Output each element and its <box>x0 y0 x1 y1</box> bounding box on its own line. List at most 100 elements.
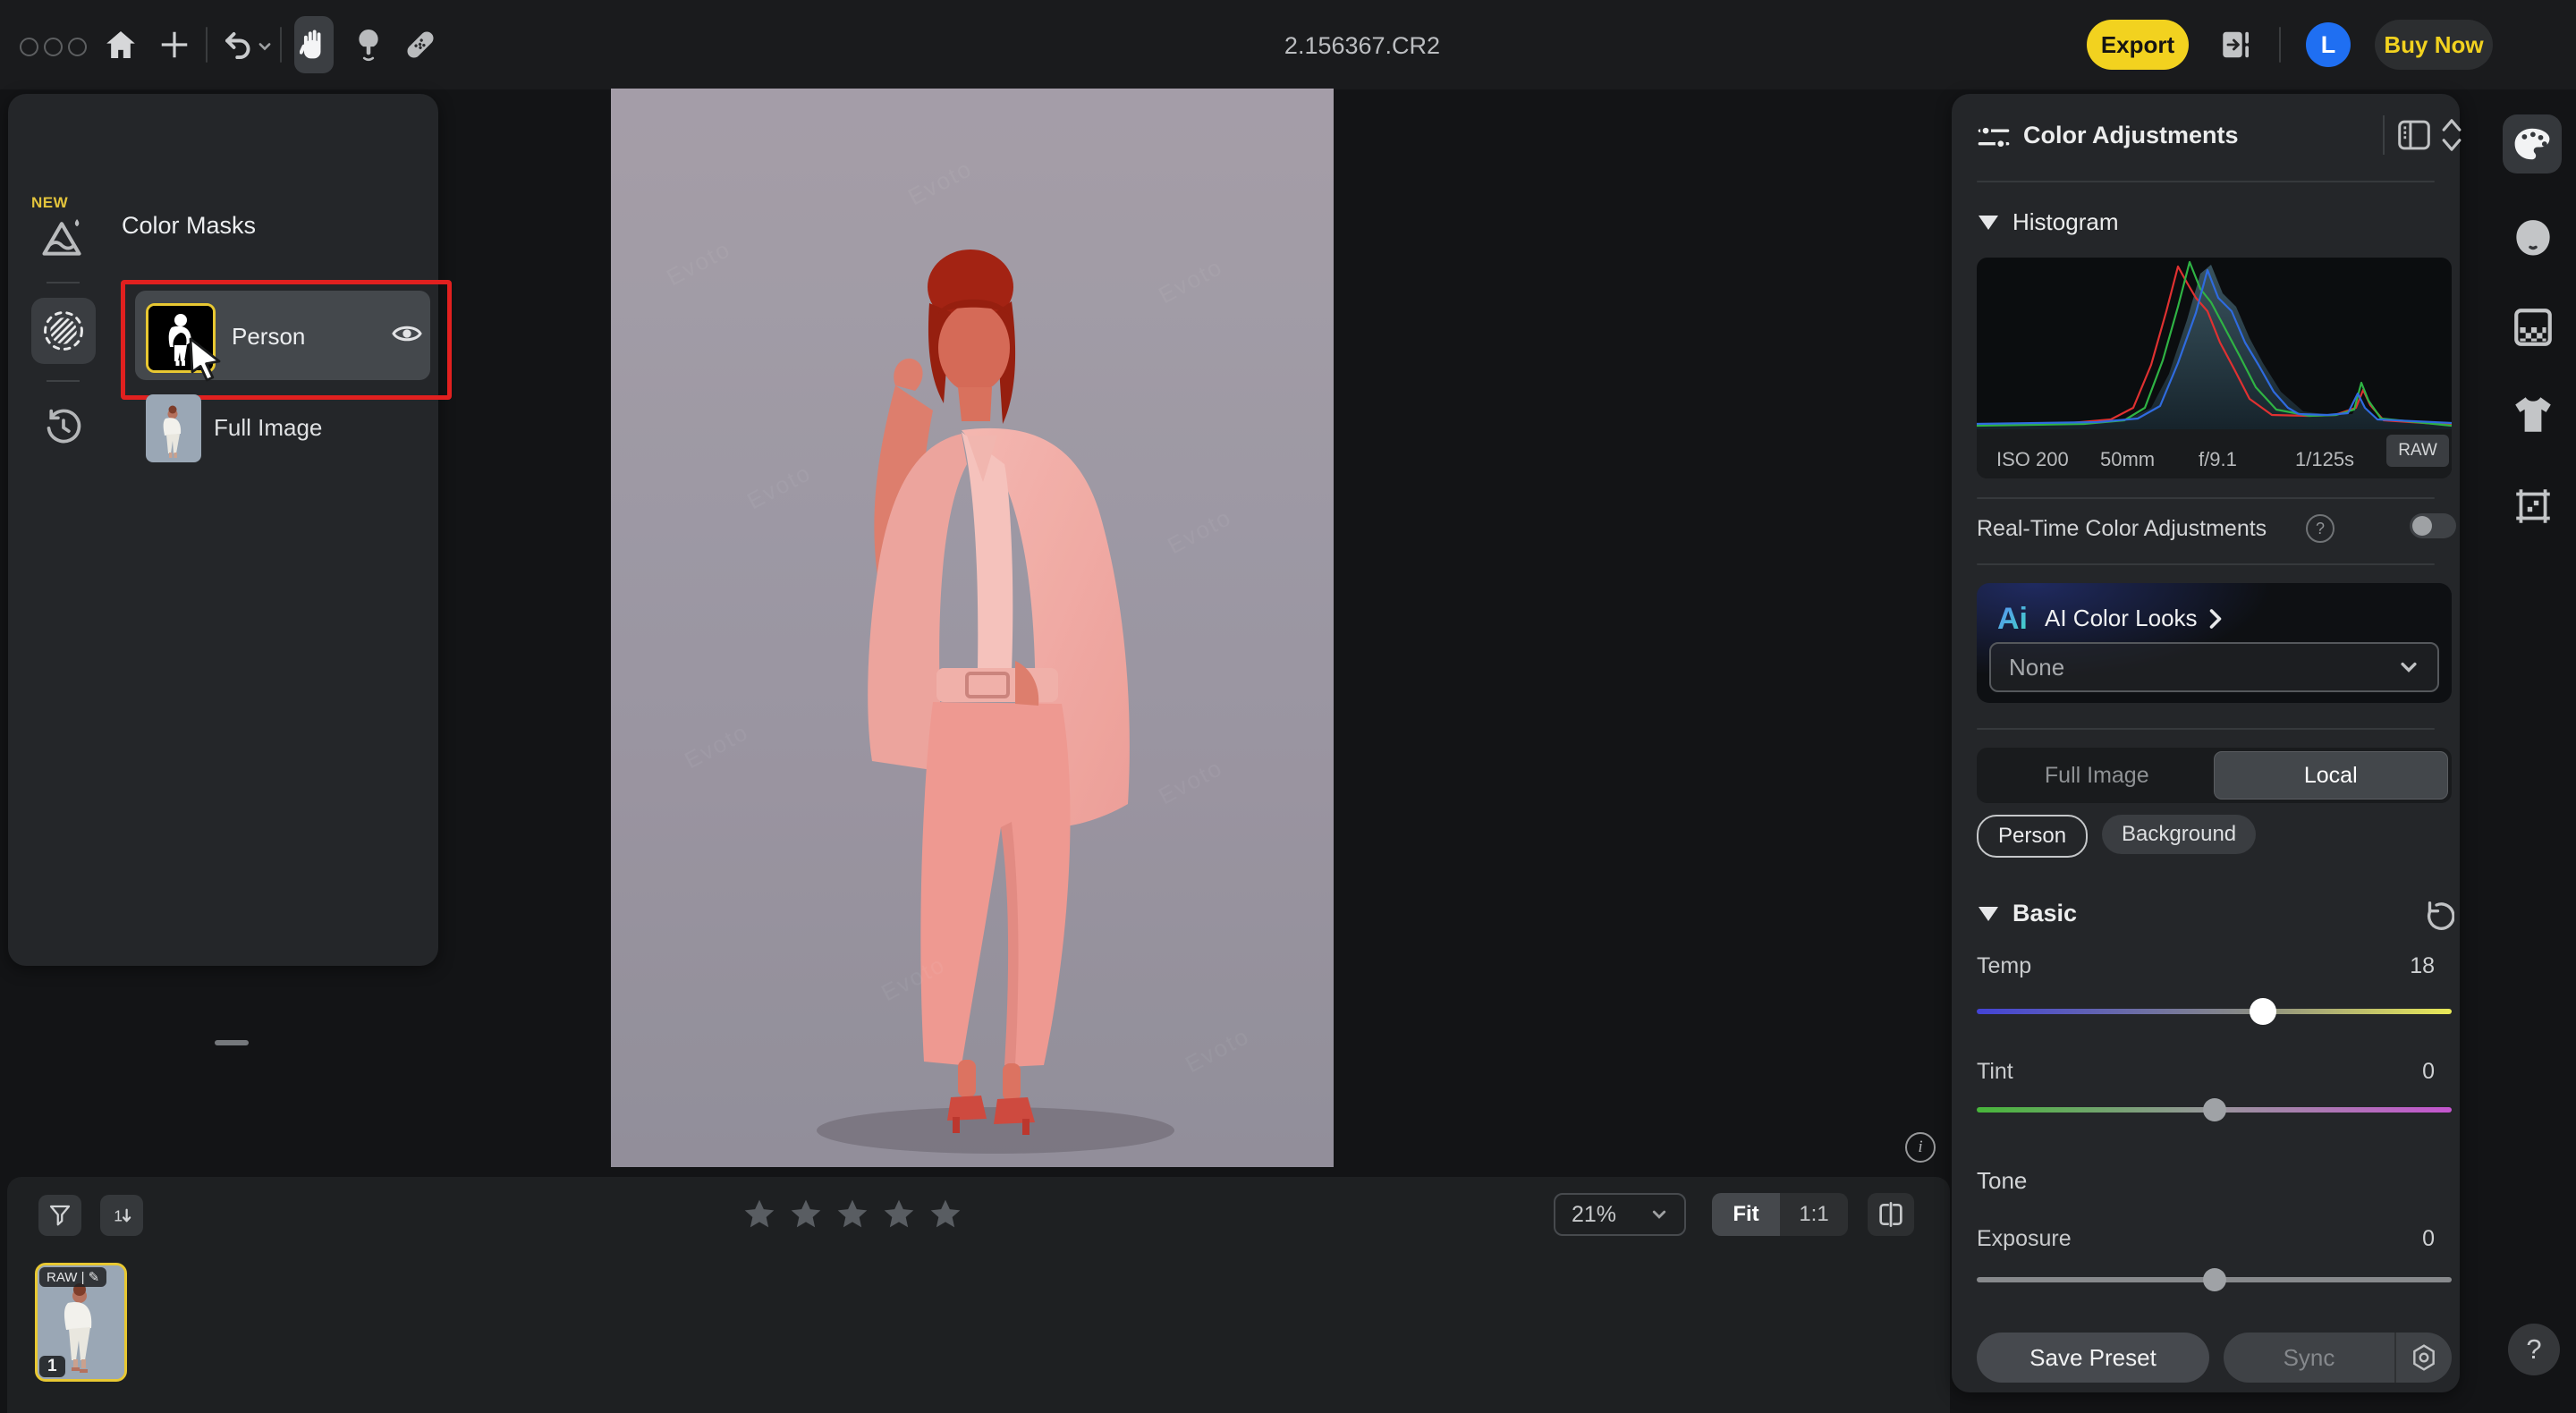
hand-icon <box>300 29 328 61</box>
raw-edited-badge: RAW | ✎ <box>39 1267 106 1287</box>
undo-history-chevron-icon[interactable] <box>254 36 275 57</box>
mask-item-person[interactable]: Person <box>135 291 430 380</box>
image-info-icon[interactable]: i <box>1905 1132 1936 1163</box>
add-photos-button[interactable] <box>155 25 194 64</box>
split-panel-icon <box>2397 118 2431 152</box>
exposure-slider[interactable] <box>1977 1277 2452 1282</box>
exif-aperture: f/9.1 <box>2199 448 2237 471</box>
tint-slider[interactable] <box>1977 1107 2452 1113</box>
realtime-toggle[interactable] <box>2410 513 2456 538</box>
panel-resize-handle[interactable] <box>215 1040 249 1045</box>
mask-chips-row: Person Background <box>1977 815 2256 858</box>
mask-visibility-toggle[interactable] <box>391 320 423 347</box>
zoom-level-select[interactable]: 21% <box>1554 1193 1686 1236</box>
basic-reset-button[interactable] <box>2419 897 2454 933</box>
cursor-pointer-icon <box>187 337 228 382</box>
help-button[interactable]: ? <box>2508 1324 2560 1375</box>
scope-full-image-tab[interactable]: Full Image <box>1980 751 2214 800</box>
adjust-tool-button[interactable] <box>349 23 388 66</box>
history-button[interactable] <box>44 407 83 446</box>
svg-text:Ai: Ai <box>1997 602 2028 635</box>
star-icon[interactable] <box>834 1197 871 1232</box>
ai-color-looks-row[interactable]: AI Color Looks <box>2045 605 2223 632</box>
sync-settings-button[interactable] <box>2396 1333 2452 1383</box>
collapse-expand-button[interactable] <box>2438 115 2465 155</box>
tint-label: Tint <box>1977 1059 2013 1085</box>
triangle-down-icon <box>1979 907 1998 921</box>
star-icon[interactable] <box>880 1197 918 1232</box>
mask-item-full-image[interactable]: Full Image <box>135 391 430 468</box>
export-button[interactable]: Export <box>2087 20 2189 70</box>
buy-now-button[interactable]: Buy Now <box>2375 20 2493 70</box>
panel-title: Color Adjustments <box>2023 122 2239 149</box>
filmstrip-thumbnail[interactable]: RAW | ✎ 1 <box>35 1263 127 1382</box>
export-queue-icon[interactable] <box>2216 25 2258 64</box>
one-to-one-button[interactable]: 1:1 <box>1780 1193 1848 1236</box>
histogram-collapse-toggle[interactable] <box>1979 216 1998 230</box>
zoom-level-value: 21% <box>1572 1202 1616 1228</box>
panel-title: Color Masks <box>122 212 256 240</box>
sort-button[interactable]: 1 <box>100 1195 143 1236</box>
home-button[interactable] <box>101 25 140 64</box>
chevron-down-icon <box>1650 1206 1668 1223</box>
photo-canvas[interactable]: Evoto Evoto Evoto Evoto Evoto Evoto Evot… <box>611 89 1334 1167</box>
chip-background[interactable]: Background <box>2102 815 2256 854</box>
ai-color-looks-card[interactable]: Ai AI Color Looks None <box>1977 583 2452 703</box>
full-image-thumbnail[interactable] <box>146 394 201 462</box>
tab-clothes[interactable] <box>2510 392 2556 438</box>
toggle-knob <box>2412 516 2432 536</box>
mask-tool-button[interactable] <box>31 298 96 364</box>
tab-texture[interactable] <box>2510 304 2556 351</box>
save-preset-button[interactable]: Save Preset <box>1977 1333 2209 1383</box>
panel-layout-button[interactable] <box>2397 118 2431 152</box>
ai-looks-dropdown[interactable]: None <box>1989 642 2439 692</box>
hand-tool-button[interactable] <box>294 16 334 73</box>
header-divider <box>2383 115 2385 155</box>
tint-value: 0 <box>2422 1059 2435 1085</box>
temp-slider[interactable] <box>1977 1009 2452 1014</box>
tshirt-icon <box>2511 394 2555 436</box>
star-icon[interactable] <box>927 1197 964 1232</box>
window-control-minimize[interactable] <box>44 38 63 56</box>
section-divider <box>1977 497 2435 499</box>
undo-button[interactable] <box>218 25 258 64</box>
mask-item-label: Person <box>232 323 305 351</box>
tint-slider-knob[interactable] <box>2203 1098 2226 1121</box>
compare-view-button[interactable] <box>1868 1193 1914 1236</box>
color-adjustments-panel: Color Adjustments Histogram <box>1952 94 2460 1392</box>
tab-portrait[interactable] <box>2508 213 2558 263</box>
star-icon[interactable] <box>741 1197 778 1232</box>
eye-icon <box>391 320 423 347</box>
scope-segmented-control: Full Image Local <box>1977 748 2452 803</box>
exif-iso: ISO 200 <box>1996 448 2069 471</box>
checker-icon <box>2511 305 2555 350</box>
erase-tool-button[interactable] <box>401 25 440 64</box>
ai-color-looks-label: AI Color Looks <box>2045 605 2198 632</box>
basic-collapse-toggle[interactable] <box>1979 907 1998 921</box>
color-masks-icon <box>38 214 85 262</box>
sync-button[interactable]: Sync <box>2224 1333 2394 1383</box>
star-icon[interactable] <box>787 1197 825 1232</box>
temp-slider-knob[interactable] <box>2250 998 2276 1025</box>
histogram[interactable] <box>1977 258 2452 478</box>
section-divider <box>1977 563 2435 565</box>
window-control-zoom[interactable] <box>68 38 87 56</box>
mask-hatch-icon <box>41 309 86 353</box>
history-icon <box>44 407 83 446</box>
scope-local-tab[interactable]: Local <box>2214 751 2449 800</box>
palette-icon <box>2512 125 2553 163</box>
tab-crop-composition[interactable] <box>2510 483 2556 529</box>
color-masks-panel: NEW Color Masks <box>8 94 438 966</box>
mask-item-label: Full Image <box>214 414 322 442</box>
window-control-close[interactable] <box>20 38 38 56</box>
chevron-up-down-icon <box>2438 115 2465 155</box>
avatar[interactable]: L <box>2306 22 2351 67</box>
histogram-label: Histogram <box>2012 208 2118 236</box>
tab-color-adjustments[interactable] <box>2503 114 2562 173</box>
exposure-slider-knob[interactable] <box>2203 1268 2226 1291</box>
finger-tap-icon <box>353 27 384 63</box>
fit-button[interactable]: Fit <box>1712 1193 1780 1236</box>
filter-button[interactable] <box>38 1195 81 1236</box>
chip-person[interactable]: Person <box>1977 815 2088 858</box>
help-tooltip-icon[interactable]: ? <box>2306 514 2334 543</box>
